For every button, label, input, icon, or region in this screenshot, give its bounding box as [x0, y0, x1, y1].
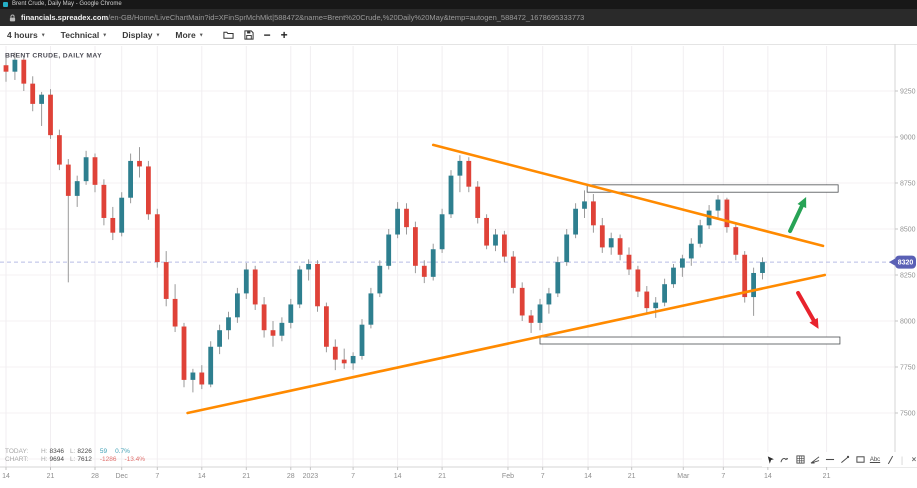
axes	[0, 44, 917, 467]
svg-text:28: 28	[287, 473, 295, 480]
close-tool[interactable]: ×	[909, 453, 917, 466]
trend-lines-tool[interactable]	[810, 453, 820, 466]
chart-label: CHART:	[5, 456, 35, 464]
chart-toolbar: 4 hours▼Technical▼Display▼More▼ −+	[0, 26, 917, 45]
svg-text:14: 14	[198, 473, 206, 480]
chevron-down-icon: ▼	[102, 33, 107, 39]
chart-low: 7612	[77, 456, 91, 464]
today-change-pct: 0.7%	[115, 448, 130, 456]
open-folder-button[interactable]	[223, 30, 234, 40]
grid-tool[interactable]	[795, 453, 805, 466]
technical-dropdown-label: Technical	[61, 30, 100, 40]
svg-text:9000: 9000	[900, 134, 916, 141]
svg-text:8750: 8750	[900, 180, 916, 187]
svg-text:7: 7	[351, 473, 355, 480]
url-domain: financials.spreadex.com	[21, 13, 108, 22]
chart-stats-row: CHART: H: 9694 L: 7612 -1286 -13.4%	[5, 456, 145, 464]
svg-text:7750: 7750	[900, 364, 916, 371]
horizontal-line-tool[interactable]	[825, 453, 835, 466]
svg-text:Dec: Dec	[115, 473, 128, 480]
display-dropdown[interactable]: Display▼	[122, 30, 160, 40]
more-dropdown-label: More	[175, 30, 195, 40]
save-button[interactable]	[244, 30, 254, 40]
rectangle-tool[interactable]	[855, 453, 865, 466]
chart-canvas[interactable]: 9250900087508500825080007750750072501421…	[0, 44, 917, 483]
today-low: 8226	[77, 448, 91, 456]
display-dropdown-label: Display	[122, 30, 152, 40]
svg-text:7: 7	[541, 473, 545, 480]
timeframe-dropdown[interactable]: 4 hours▼	[7, 30, 46, 40]
current-price-badge: 8320	[889, 256, 916, 269]
today-stats-row: TODAY: H: 8346 L: 8226 59 0.7%	[5, 448, 145, 456]
drawing-toolbar: Abc | ×	[762, 452, 917, 467]
resistance-zone[interactable]	[587, 185, 838, 192]
svg-text:7: 7	[721, 473, 725, 480]
chart-change: -1286	[100, 456, 117, 464]
svg-text:7500: 7500	[900, 410, 916, 417]
gridlines	[0, 46, 895, 467]
price-axis[interactable]: 925090008750850082508000775075007250	[895, 88, 916, 463]
freehand-arrow-tool[interactable]	[780, 453, 790, 466]
technical-dropdown[interactable]: Technical▼	[61, 30, 108, 40]
svg-text:7: 7	[155, 473, 159, 480]
chart-high: 9694	[50, 456, 64, 464]
support-zone[interactable]	[540, 337, 840, 344]
time-axis[interactable]: 14 21 28 Dec 7 14 21 28 2023 7 14 21 Feb 7 14 21 Mar 7 14 2…	[2, 467, 830, 480]
address-bar[interactable]: financials.spreadex.com/en-GB/Home/LiveC…	[0, 9, 917, 26]
timeframe-dropdown-label: 4 hours	[7, 30, 38, 40]
svg-text:14: 14	[764, 473, 772, 480]
chart-change-pct: -13.4%	[124, 456, 145, 464]
descending-resistance-line[interactable]	[433, 145, 823, 246]
svg-text:21: 21	[628, 473, 636, 480]
open-folder-icon	[223, 30, 234, 40]
svg-text:21: 21	[242, 473, 250, 480]
session-stats: TODAY: H: 8346 L: 8226 59 0.7% CHART: H:…	[5, 448, 145, 464]
today-high: 8346	[50, 448, 64, 456]
spreadex-favicon	[3, 2, 8, 7]
svg-text:14: 14	[584, 473, 592, 480]
zoom-out-icon: −	[264, 30, 271, 40]
bullish-breakout-arrow[interactable]	[790, 197, 806, 231]
url-path: /en-GB/Home/LiveChartMain?id=XFinSprMchM…	[108, 13, 584, 22]
text-tool[interactable]: Abc	[870, 453, 880, 466]
svg-text:Mar: Mar	[677, 473, 690, 480]
chevron-down-icon: ▼	[199, 33, 204, 39]
window-title: Brent Crude, Daily May - Google Chrome	[12, 0, 122, 9]
toolbar-separator: |	[900, 453, 904, 466]
today-change: 59	[100, 448, 107, 456]
zoom-in-button[interactable]: +	[281, 30, 288, 40]
zoom-out-button[interactable]: −	[264, 30, 271, 40]
window-title-bar: Brent Crude, Daily May - Google Chrome	[0, 0, 917, 9]
save-icon	[244, 30, 254, 40]
svg-text:8320: 8320	[898, 260, 914, 267]
chevron-down-icon: ▼	[155, 33, 160, 39]
svg-text:21: 21	[823, 473, 831, 480]
slash-tool[interactable]	[885, 453, 895, 466]
more-dropdown[interactable]: More ▼	[175, 30, 203, 40]
pointer-tool[interactable]	[765, 453, 775, 466]
svg-text:21: 21	[47, 473, 55, 480]
svg-text:8250: 8250	[900, 272, 916, 279]
trendline-tool[interactable]	[840, 453, 850, 466]
svg-text:28: 28	[91, 473, 99, 480]
svg-text:14: 14	[394, 473, 402, 480]
lock-icon	[9, 14, 16, 22]
bearish-breakdown-arrow[interactable]	[798, 293, 818, 329]
svg-text:Feb: Feb	[502, 473, 514, 480]
today-label: TODAY:	[5, 448, 35, 456]
svg-text:21: 21	[438, 473, 446, 480]
svg-text:2023: 2023	[303, 473, 319, 480]
chevron-down-icon: ▼	[41, 33, 46, 39]
zoom-in-icon: +	[281, 30, 288, 40]
svg-text:14: 14	[2, 473, 10, 480]
svg-text:8000: 8000	[900, 318, 916, 325]
chart-watermark-title: BRENT CRUDE, DAILY MAY	[5, 53, 102, 60]
svg-text:9250: 9250	[900, 88, 916, 95]
svg-text:8500: 8500	[900, 226, 916, 233]
